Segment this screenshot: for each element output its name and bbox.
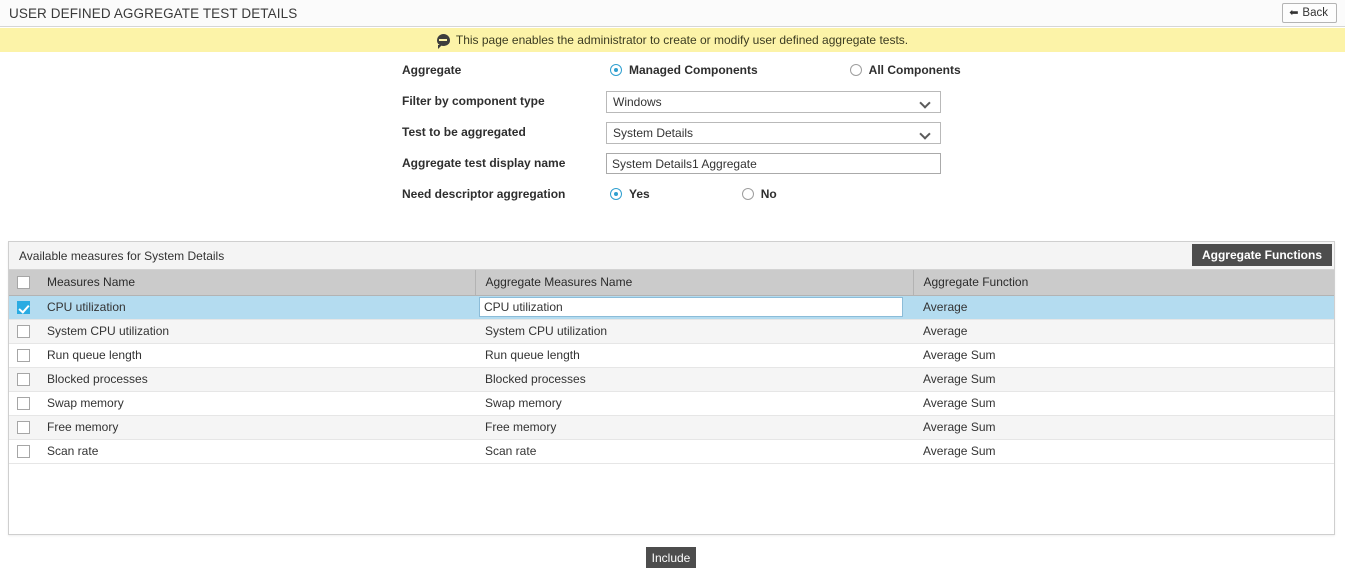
back-arrow-icon: ⬅	[1289, 6, 1299, 19]
aggregate-measure-name-input[interactable]	[479, 297, 903, 317]
aggregate-radio-group: Managed Components All Components	[610, 60, 961, 80]
page-title: USER DEFINED AGGREGATE TEST DETAILS	[9, 6, 298, 21]
radio-descriptor-yes[interactable]: Yes	[610, 184, 650, 204]
cell-aggregate-measure-name: Blocked processes	[475, 367, 913, 392]
table-row[interactable]: System CPU utilization System CPU utiliz…	[9, 319, 1334, 344]
radio-descriptor-no[interactable]: No	[741, 184, 777, 204]
column-header-aggregate-function: Aggregate Function	[913, 270, 1334, 296]
include-button[interactable]: Include	[646, 547, 696, 568]
radio-managed-components-label: Managed Components	[629, 63, 758, 77]
radio-descriptor-no-indicator[interactable]	[741, 188, 754, 200]
test-to-be-aggregated-value: System Details	[613, 126, 694, 140]
aggregate-form: Aggregate Managed Components All Compone…	[0, 60, 1345, 215]
cell-measure-name: Free memory	[37, 415, 475, 440]
table-row[interactable]: Run queue length Run queue length Averag…	[9, 343, 1334, 368]
back-button[interactable]: ⬅ Back	[1282, 3, 1337, 23]
table-row[interactable]: Scan rate Scan rate Average Sum	[9, 439, 1334, 464]
radio-all-components-indicator[interactable]	[849, 64, 862, 76]
cell-measure-name: Blocked processes	[37, 367, 475, 392]
aggregate-test-display-name-label: Aggregate test display name	[402, 156, 566, 170]
select-all-header	[9, 270, 37, 296]
measures-table-body: CPU utilization Average System CPU utili…	[9, 295, 1334, 464]
aggregate-label: Aggregate	[402, 63, 462, 77]
test-to-be-aggregated-label: Test to be aggregated	[402, 125, 526, 139]
filter-component-type-value: Windows	[613, 95, 662, 109]
cell-aggregate-measure-name	[475, 295, 913, 320]
row-checkbox[interactable]	[16, 301, 30, 315]
form-row-need-descriptor-aggregation: Need descriptor aggregation Yes No	[0, 184, 1345, 215]
radio-managed-components-indicator[interactable]	[610, 64, 622, 76]
panel-header: Available measures for System Details Ag…	[9, 242, 1334, 270]
row-checkbox[interactable]	[16, 445, 30, 459]
column-header-measures-name: Measures Name	[37, 270, 476, 296]
aggregate-test-display-name-input[interactable]	[606, 153, 941, 174]
info-speech-bubble-icon	[436, 34, 450, 49]
filter-component-type-select[interactable]: Windows	[606, 91, 941, 113]
row-checkbox-cell	[9, 319, 37, 344]
cell-aggregate-measure-name: System CPU utilization	[475, 319, 913, 344]
chevron-down-icon	[921, 98, 930, 107]
chevron-down-icon	[921, 129, 930, 138]
info-banner: This page enables the administrator to c…	[0, 28, 1345, 52]
radio-descriptor-yes-label: Yes	[629, 187, 650, 201]
table-row[interactable]: CPU utilization Average	[9, 295, 1334, 320]
radio-managed-components[interactable]: Managed Components	[610, 60, 758, 80]
table-row[interactable]: Swap memory Swap memory Average Sum	[9, 391, 1334, 416]
row-checkbox[interactable]	[16, 325, 30, 339]
need-descriptor-radio-group: Yes No	[610, 184, 777, 204]
cell-aggregate-function: Average Sum	[913, 343, 1334, 368]
info-banner-text: This page enables the administrator to c…	[455, 33, 909, 47]
need-descriptor-aggregation-label: Need descriptor aggregation	[402, 187, 566, 201]
radio-all-components-label: All Components	[868, 63, 961, 77]
table-header-row: Measures Name Aggregate Measures Name Ag…	[9, 270, 1334, 296]
form-row-test-to-be-aggregated: Test to be aggregated System Details	[0, 122, 1345, 153]
form-row-aggregate: Aggregate Managed Components All Compone…	[0, 60, 1345, 91]
cell-aggregate-measure-name: Free memory	[475, 415, 913, 440]
back-button-label: Back	[1302, 7, 1328, 19]
cell-aggregate-measure-name: Run queue length	[475, 343, 913, 368]
cell-aggregate-function: Average	[913, 295, 1334, 320]
row-checkbox-cell	[9, 439, 37, 464]
table-row[interactable]: Free memory Free memory Average Sum	[9, 415, 1334, 440]
row-checkbox[interactable]	[16, 373, 30, 387]
table-row[interactable]: Blocked processes Blocked processes Aver…	[9, 367, 1334, 392]
row-checkbox-cell	[9, 343, 37, 368]
cell-aggregate-function: Average Sum	[913, 415, 1334, 440]
test-to-be-aggregated-select[interactable]: System Details	[606, 122, 941, 144]
select-all-checkbox[interactable]	[16, 276, 30, 290]
radio-descriptor-no-label: No	[760, 187, 777, 201]
filter-component-type-label: Filter by component type	[402, 94, 545, 108]
form-row-display-name: Aggregate test display name	[0, 153, 1345, 184]
measures-table: Measures Name Aggregate Measures Name Ag…	[9, 270, 1334, 464]
cell-measure-name: Swap memory	[37, 391, 475, 416]
row-checkbox-cell	[9, 367, 37, 392]
row-checkbox[interactable]	[16, 421, 30, 435]
aggregate-functions-button[interactable]: Aggregate Functions	[1191, 244, 1332, 266]
row-checkbox[interactable]	[16, 349, 30, 363]
row-checkbox-cell	[9, 295, 37, 320]
cell-measure-name: Run queue length	[37, 343, 475, 368]
radio-descriptor-yes-indicator[interactable]	[610, 188, 622, 200]
cell-aggregate-function: Average Sum	[913, 391, 1334, 416]
cell-aggregate-function: Average Sum	[913, 367, 1334, 392]
column-header-aggregate-measures-name: Aggregate Measures Name	[475, 270, 914, 296]
available-measures-panel: Available measures for System Details Ag…	[8, 241, 1335, 535]
cell-aggregate-function: Average Sum	[913, 439, 1334, 464]
cell-measure-name: Scan rate	[37, 439, 475, 464]
form-row-filter-component-type: Filter by component type Windows	[0, 91, 1345, 122]
row-checkbox-cell	[9, 415, 37, 440]
cell-aggregate-measure-name: Swap memory	[475, 391, 913, 416]
cell-aggregate-measure-name: Scan rate	[475, 439, 913, 464]
panel-title: Available measures for System Details	[19, 249, 225, 263]
row-checkbox-cell	[9, 391, 37, 416]
radio-all-components[interactable]: All Components	[849, 60, 961, 80]
cell-aggregate-function: Average	[913, 319, 1334, 344]
page-header: USER DEFINED AGGREGATE TEST DETAILS ⬅ Ba…	[0, 0, 1345, 27]
cell-measure-name: CPU utilization	[37, 295, 475, 320]
cell-measure-name: System CPU utilization	[37, 319, 475, 344]
row-checkbox[interactable]	[16, 397, 30, 411]
